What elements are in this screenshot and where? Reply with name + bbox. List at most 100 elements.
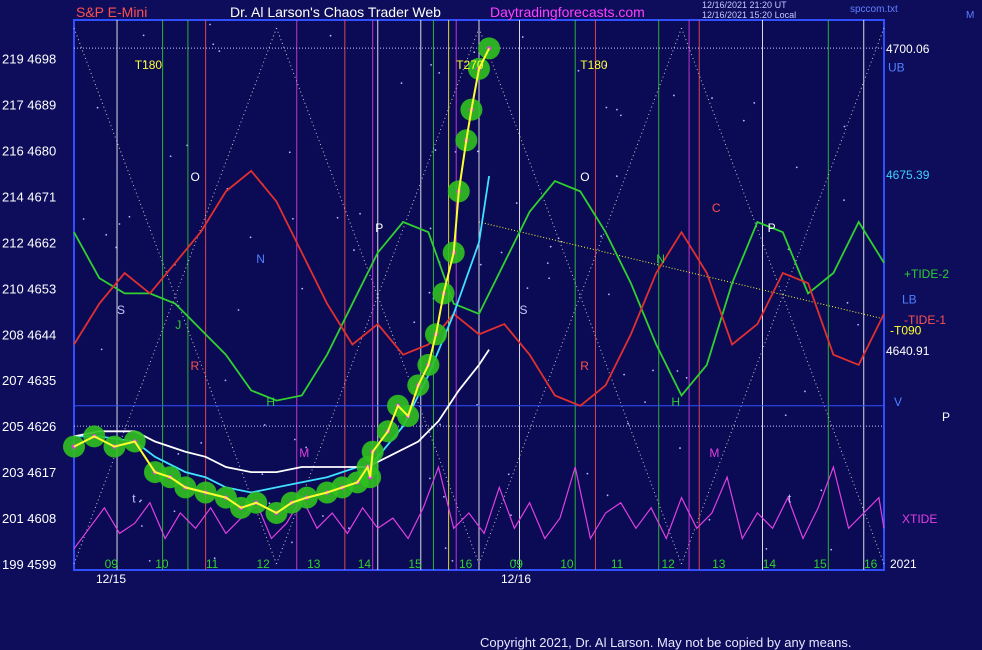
star [515,202,518,204]
x-tick-label: 15 [813,557,827,571]
star [200,441,203,444]
star [128,215,131,218]
x-tick-label: 10 [155,557,169,571]
marker-label: S [520,303,528,317]
star [711,97,713,99]
x-date-label: 12/16 [501,572,531,586]
star [105,233,108,236]
y-tick-label: 199 4599 [2,557,56,572]
star [615,175,618,178]
star [673,94,675,97]
star [237,309,240,311]
star [627,422,629,425]
star [443,495,445,498]
star [753,102,756,104]
timestamp-local: 12/16/2021 15:20 Local [702,10,797,20]
y-tick-label: 216 4680 [2,144,56,159]
star [100,348,103,351]
x-tick-label: 11 [611,557,624,571]
marker-label: S [117,303,125,317]
star [288,151,291,154]
right-label: XTIDE [902,512,937,526]
x-date-label: 12/15 [96,572,126,586]
right-label: +TIDE-2 [904,267,949,281]
star [605,106,608,109]
star [400,82,403,85]
right-label: -T090 [890,323,922,337]
marker-label: M [709,446,719,460]
star [322,515,324,517]
star [548,277,551,280]
star [742,119,745,122]
y-tick-label: 214 4671 [2,189,56,204]
star [451,559,454,562]
right-level-label: 4700.06 [886,42,930,56]
x-tick-label: 09 [510,557,524,571]
star [268,502,271,505]
copyright: Copyright 2021, Dr. Al Larson. May not b… [480,635,852,650]
star [430,63,432,66]
star [843,125,846,128]
right-level-label: 4675.39 [886,168,930,182]
chart-title: S&P E-Mini [76,4,148,20]
star [521,36,524,38]
star [644,401,646,404]
star [473,51,476,54]
marker-label: T180 [135,58,163,72]
marker-label: N [656,252,665,266]
x-end-label: 2021 [890,557,917,571]
right-labels: 4700.064675.394640.91UB+TIDE-2LB-TIDE-1-… [886,0,958,526]
marker-label: P [768,221,776,235]
star [218,50,221,53]
x-tick-label: 16 [864,557,878,571]
star [291,217,294,220]
star [507,473,510,476]
star [209,23,211,26]
file-name: spccom.txt [850,4,898,15]
star [623,373,626,376]
star [148,559,151,562]
marker-label: M [299,446,309,460]
star [261,473,264,476]
y-tick-label: 207 4635 [2,373,56,388]
star [606,494,609,497]
y-tick-label: 217 4689 [2,98,56,113]
chart: 199 4599 201 4608 203 4617 205 4626 207 4635… [2,0,958,586]
marker-label: C [712,201,721,215]
x-tick-label: 14 [763,557,777,571]
star [820,489,823,492]
star [413,321,416,324]
marker-label: T180 [580,58,608,72]
star [444,547,447,550]
y-tick-label: 201 4608 [2,511,56,526]
y-axis: 199 4599 201 4608 203 4617 205 4626 207 4635… [2,52,56,572]
y-tick-label: 208 4644 [2,327,56,342]
star [439,423,441,426]
star [177,453,180,455]
star [679,447,681,449]
star [140,525,143,527]
marker-label: H [671,395,680,409]
star [586,472,589,475]
star [616,108,618,111]
star [428,291,431,294]
star [526,287,529,289]
marker-label: J [175,318,181,332]
star [843,199,845,202]
x-tick-label: 09 [105,557,119,571]
star [329,34,332,37]
star [549,245,552,248]
right-label: P [942,410,950,424]
right-label: V [894,395,902,409]
right-level-label: 4640.91 [886,344,930,358]
star [138,500,141,503]
star [336,216,339,219]
y-tick-label: 205 4626 [2,419,56,434]
x-tick-label: 15 [408,557,422,571]
site-link[interactable]: Daytradingforecasts.com [490,4,645,20]
star [429,477,431,480]
y-tick-label: 219 4698 [2,52,56,67]
star [429,227,432,230]
x-tick-label: 13 [307,557,321,571]
star [479,263,482,266]
